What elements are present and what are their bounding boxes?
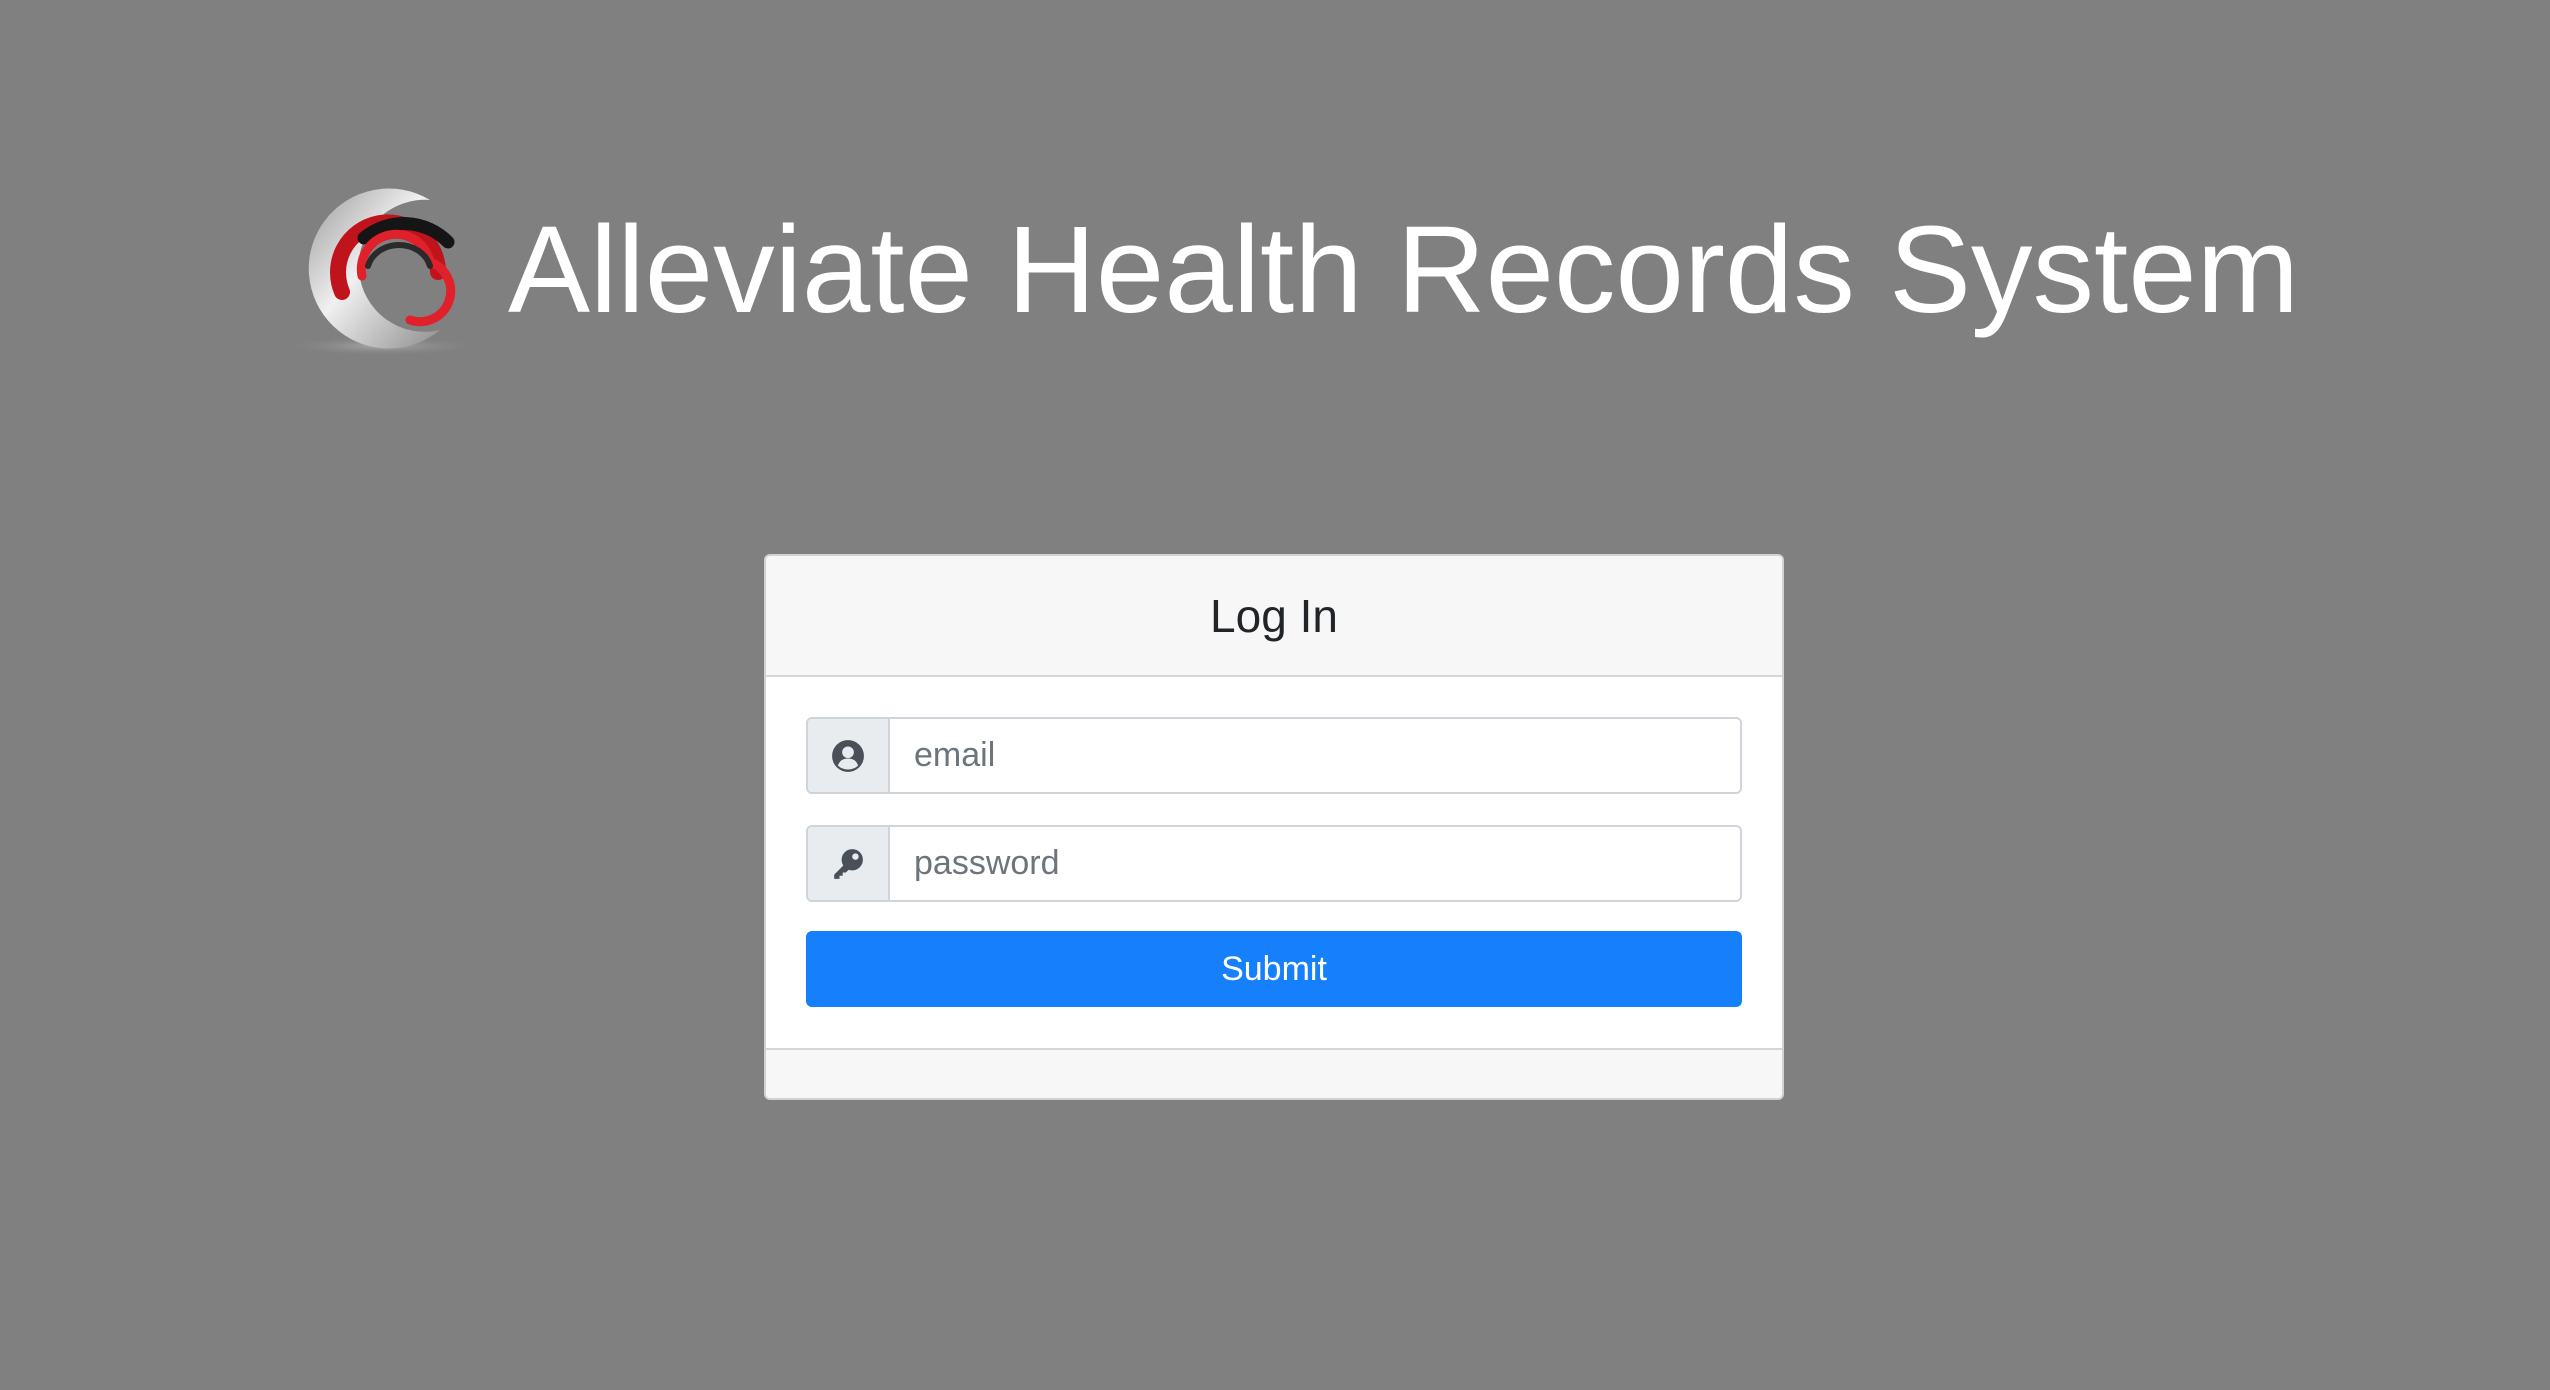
password-input[interactable] [890,827,1740,900]
password-input-group [806,825,1742,902]
login-form: Submit [766,677,1782,1007]
login-card-header: Log In [766,556,1782,677]
app-logo [282,188,482,356]
password-prepend [808,827,890,900]
email-prepend [808,719,890,792]
key-icon [834,848,863,879]
login-heading: Log In [1210,589,1338,642]
login-card-footer [766,1048,1782,1098]
email-input-group [806,717,1742,794]
app-header: Alleviate Health Records System [280,180,2299,360]
login-card: Log In Submit [764,554,1784,1100]
email-input[interactable] [890,719,1740,792]
user-circle-icon [832,739,864,772]
app-title: Alleviate Health Records System [508,201,2300,339]
submit-button[interactable]: Submit [806,931,1742,1007]
